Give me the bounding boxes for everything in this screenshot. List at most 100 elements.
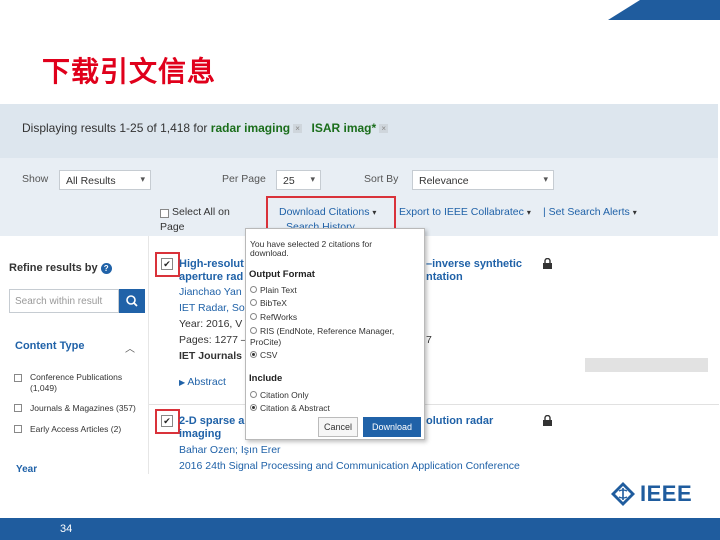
format-bibtex-label[interactable]: BibTeX bbox=[260, 298, 287, 308]
results-summary: Displaying results 1-25 of 1,418 for rad… bbox=[22, 121, 394, 135]
help-icon[interactable]: ? bbox=[100, 262, 112, 274]
format-ris-radio[interactable] bbox=[250, 327, 257, 334]
format-refworks-label[interactable]: RefWorks bbox=[260, 312, 297, 322]
format-bibtex-radio[interactable] bbox=[250, 299, 257, 306]
footer-bar bbox=[0, 518, 720, 540]
result-1-title-line2-tail[interactable]: ntation bbox=[426, 271, 463, 283]
output-format-heading: Output Format bbox=[249, 269, 315, 280]
facet-journals-label[interactable]: Journals & Magazines (357) bbox=[30, 403, 136, 414]
facet-early-access-label[interactable]: Early Access Articles (2) bbox=[30, 424, 121, 435]
lock-icon bbox=[543, 415, 552, 426]
result-1-abstract-toggle[interactable]: ▶ Abstract bbox=[179, 376, 226, 388]
remove-keyword-2-icon[interactable]: × bbox=[379, 124, 389, 134]
select-all-checkbox[interactable] bbox=[160, 209, 169, 218]
refine-results-heading: Refine results by? bbox=[9, 262, 112, 274]
chevron-down-icon: ▾ bbox=[140, 174, 145, 184]
facet-journals-checkbox[interactable] bbox=[14, 404, 22, 412]
results-controls-bar: Show All Results ▾ Per Page 25 ▾ Sort By… bbox=[0, 158, 718, 236]
cancel-button[interactable]: Cancel bbox=[318, 417, 358, 437]
download-citations-label: Download Citations bbox=[279, 206, 370, 218]
result-2-authors[interactable]: Bahar Ozen; Işın Erer bbox=[179, 444, 281, 456]
top-banner-cutout bbox=[0, 0, 640, 20]
select-all-label-cont: Page bbox=[160, 221, 185, 233]
chevron-down-icon: ▾ bbox=[310, 174, 315, 184]
results-summary-bar: Displaying results 1-25 of 1,418 for rad… bbox=[0, 104, 718, 158]
export-collabratec-button[interactable]: Export to IEEE Collabratec ▾ bbox=[399, 206, 531, 218]
result-2-venue[interactable]: 2016 24th Signal Processing and Communic… bbox=[179, 460, 520, 472]
facet-conference-label[interactable]: Conference Publications (1,049) bbox=[30, 372, 122, 394]
sort-by-label: Sort By bbox=[364, 173, 399, 185]
include-citation-only-label[interactable]: Citation Only bbox=[260, 390, 309, 400]
search-keyword-2[interactable]: ISAR imag* bbox=[311, 121, 376, 135]
result-1-pages: Pages: 1277 – bbox=[179, 334, 247, 346]
search-within-input[interactable]: Search within result bbox=[9, 289, 119, 313]
include-heading: Include bbox=[249, 373, 283, 384]
search-within-button[interactable] bbox=[119, 289, 145, 313]
result-1-pages-tail: 7 bbox=[426, 334, 432, 346]
ad-placeholder bbox=[585, 358, 708, 372]
format-ris-label-cont[interactable]: ProCite) bbox=[250, 337, 281, 347]
caret-down-icon: ▾ bbox=[526, 208, 531, 217]
search-keyword-1[interactable]: radar imaging bbox=[211, 121, 290, 135]
per-page-select[interactable]: 25 ▾ bbox=[276, 170, 321, 190]
search-icon bbox=[126, 295, 138, 307]
ieee-logo: IEEE bbox=[610, 481, 692, 507]
slide-title: 下载引文信息 bbox=[42, 55, 217, 88]
result-1-title-line2[interactable]: aperture rad bbox=[179, 271, 243, 283]
year-heading[interactable]: Year bbox=[16, 464, 37, 474]
export-collabratec-label: Export to IEEE Collabratec bbox=[399, 206, 524, 218]
set-search-alerts-button[interactable]: | Set Search Alerts ▾ bbox=[543, 206, 637, 218]
ieee-logo-text: IEEE bbox=[640, 481, 693, 506]
top-banner bbox=[0, 0, 720, 20]
chevron-down-icon: ▾ bbox=[543, 174, 548, 184]
format-plain-text-label[interactable]: Plain Text bbox=[260, 285, 297, 295]
content-type-heading[interactable]: Content Type bbox=[15, 340, 84, 352]
chevron-up-icon[interactable]: ︿ bbox=[125, 340, 135, 355]
results-list: ✔ High-resolut –inverse synthetic apertu… bbox=[148, 236, 719, 474]
select-all-label: Select All on bbox=[172, 206, 230, 218]
result-1-year: Year: 2016, V bbox=[179, 318, 243, 330]
result-1-authors[interactable]: Jianchao Yan bbox=[179, 286, 242, 298]
download-citations-dialog: You have selected 2 citations for downlo… bbox=[245, 228, 425, 440]
selection-notice-cont: download. bbox=[250, 248, 289, 258]
format-refworks-radio[interactable] bbox=[250, 313, 257, 320]
include-citation-abstract-radio[interactable] bbox=[250, 404, 257, 411]
result-2-checkbox[interactable]: ✔ bbox=[161, 415, 173, 427]
download-button[interactable]: Download bbox=[363, 417, 421, 437]
include-citation-only-radio[interactable] bbox=[250, 391, 257, 398]
set-search-alerts-label: Set Search Alerts bbox=[548, 206, 630, 218]
result-divider bbox=[149, 404, 719, 405]
facet-conference-text: Conference Publications bbox=[30, 372, 123, 382]
lock-icon bbox=[543, 258, 552, 269]
show-select[interactable]: All Results ▾ bbox=[59, 170, 151, 190]
facet-early-access-checkbox[interactable] bbox=[14, 425, 22, 433]
caret-down-icon: ▾ bbox=[372, 208, 377, 217]
result-1-venue[interactable]: IET Radar, So bbox=[179, 302, 245, 314]
refine-results-label: Refine results by bbox=[9, 262, 98, 274]
sort-by-value: Relevance bbox=[419, 175, 469, 187]
facet-conference-count: (1,049) bbox=[30, 383, 57, 393]
result-1-title[interactable]: High-resolut bbox=[179, 258, 244, 270]
format-csv-label[interactable]: CSV bbox=[260, 350, 277, 360]
ieee-diamond-icon bbox=[611, 482, 635, 506]
show-select-value: All Results bbox=[66, 175, 116, 187]
per-page-label: Per Page bbox=[222, 173, 266, 185]
show-label: Show bbox=[22, 173, 49, 185]
result-1-title-tail[interactable]: –inverse synthetic bbox=[426, 258, 522, 270]
result-2-title[interactable]: 2-D sparse a bbox=[179, 415, 244, 427]
format-csv-radio[interactable] bbox=[250, 351, 257, 358]
download-citations-button[interactable]: Download Citations ▾ bbox=[279, 206, 376, 218]
result-2-title-line2[interactable]: imaging bbox=[179, 428, 221, 440]
sort-by-select[interactable]: Relevance ▾ bbox=[412, 170, 554, 190]
format-plain-text-radio[interactable] bbox=[250, 286, 257, 293]
refine-sidebar: Refine results by? Search within result … bbox=[0, 236, 148, 474]
result-1-abstract-label: Abstract bbox=[187, 376, 226, 388]
facet-conference-checkbox[interactable] bbox=[14, 374, 22, 382]
results-count-text: Displaying results 1-25 of 1,418 for bbox=[22, 121, 208, 135]
include-citation-abstract-label[interactable]: Citation & Abstract bbox=[260, 403, 330, 413]
result-2-title-tail[interactable]: olution radar bbox=[426, 415, 493, 427]
caret-down-icon: ▾ bbox=[632, 208, 637, 217]
format-ris-label[interactable]: RIS (EndNote, Reference Manager, bbox=[260, 326, 394, 336]
result-1-checkbox[interactable]: ✔ bbox=[161, 258, 173, 270]
remove-keyword-1-icon[interactable]: × bbox=[293, 124, 303, 134]
